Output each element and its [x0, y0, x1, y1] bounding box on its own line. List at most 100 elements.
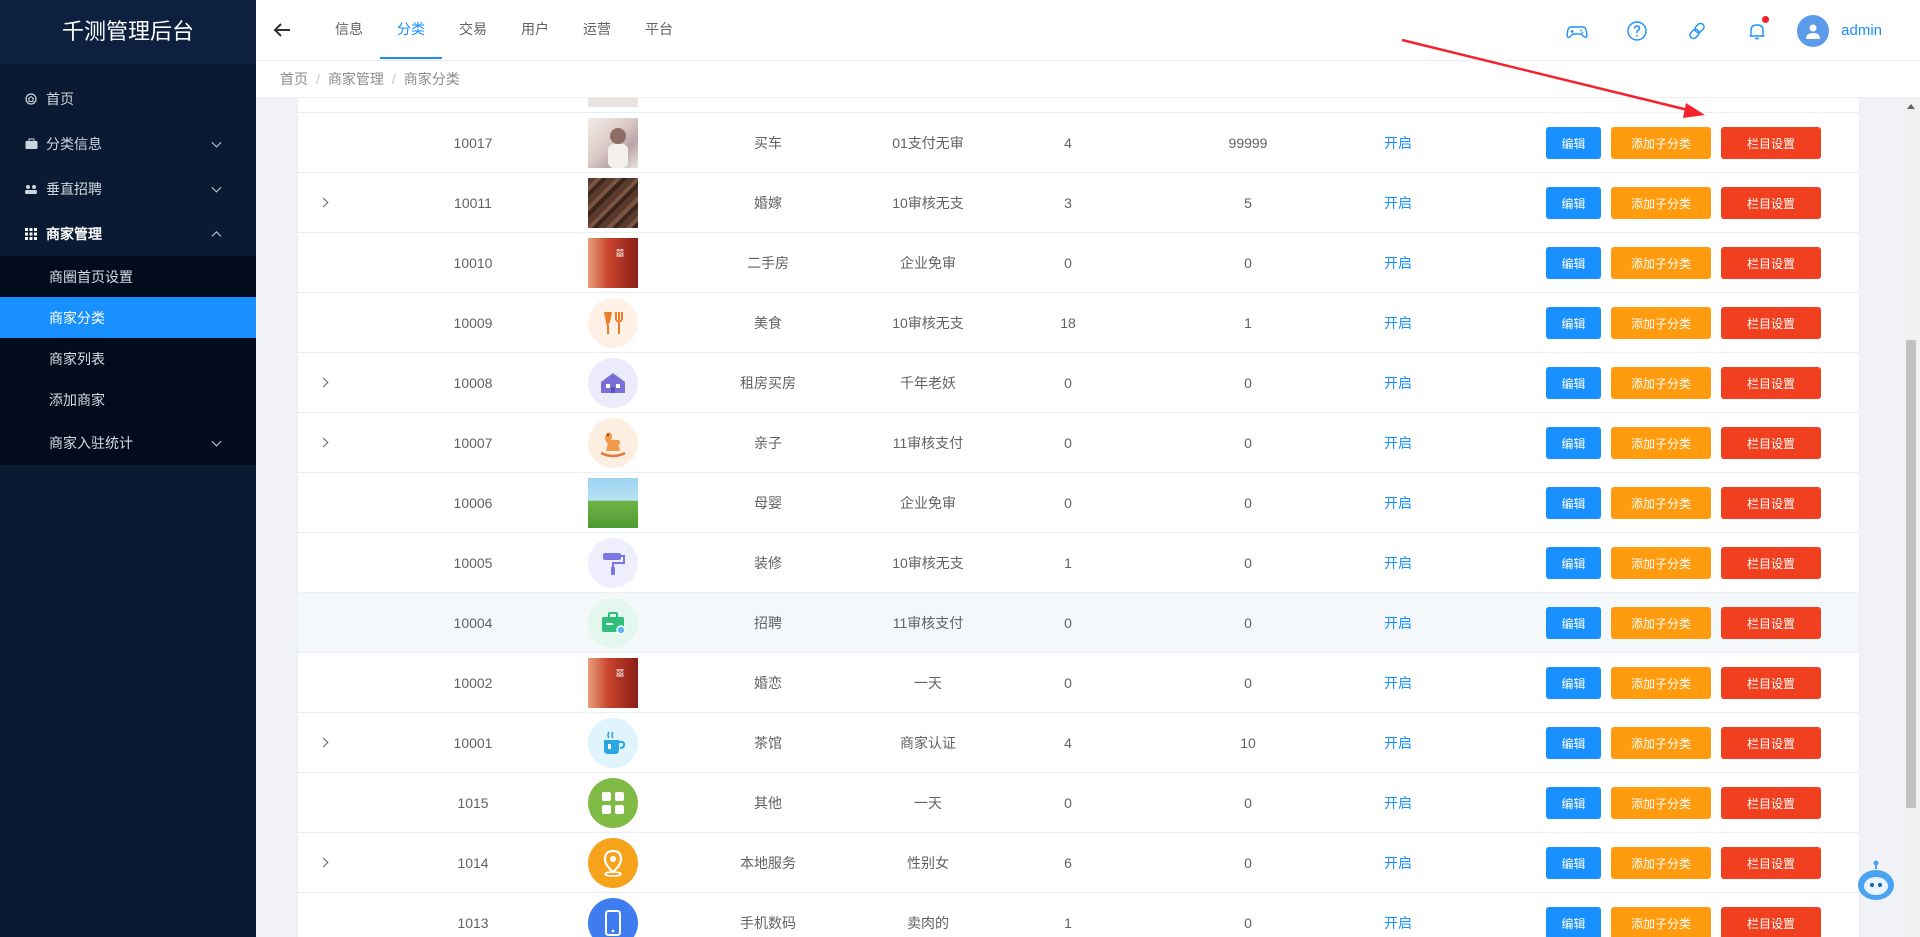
status-toggle[interactable]: 开启 [1338, 853, 1458, 873]
expand-row-icon[interactable] [318, 196, 332, 210]
assistant-robot-button[interactable] [1854, 859, 1898, 903]
column-settings-button[interactable]: 栏目设置 [1721, 787, 1821, 819]
scrollbar[interactable] [1902, 98, 1920, 937]
column-settings-button[interactable]: 栏目设置 [1721, 607, 1821, 639]
sidebar-item-home[interactable]: 首页 [0, 76, 256, 121]
notification-button[interactable] [1727, 0, 1787, 61]
add-subcategory-button[interactable]: 添加子分类 [1611, 847, 1711, 879]
edit-button[interactable]: 编辑 [1546, 667, 1601, 699]
edit-button[interactable]: 编辑 [1546, 367, 1601, 399]
add-subcategory-button[interactable]: 添加子分类 [1611, 547, 1711, 579]
arrow-left-icon [273, 23, 290, 37]
edit-button[interactable]: 编辑 [1546, 727, 1601, 759]
column-settings-button[interactable]: 栏目设置 [1721, 307, 1821, 339]
tab-platform[interactable]: 平台 [628, 0, 690, 61]
gamepad-button[interactable] [1547, 0, 1607, 61]
column-settings-button[interactable]: 栏目设置 [1721, 547, 1821, 579]
status-toggle[interactable]: 开启 [1338, 733, 1458, 753]
add-subcategory-button[interactable]: 添加子分类 [1611, 127, 1711, 159]
help-button[interactable] [1607, 0, 1667, 61]
row-actions: 编辑 添加子分类 栏目设置 [1546, 127, 1821, 159]
scroll-thumb[interactable] [1906, 340, 1916, 808]
briefcase-icon [24, 137, 38, 151]
status-toggle[interactable]: 开启 [1338, 913, 1458, 933]
edit-button[interactable]: 编辑 [1546, 307, 1601, 339]
add-subcategory-button[interactable]: 添加子分类 [1611, 667, 1711, 699]
status-toggle[interactable]: 开启 [1338, 493, 1458, 513]
edit-button[interactable]: 编辑 [1546, 247, 1601, 279]
add-subcategory-button[interactable]: 添加子分类 [1611, 427, 1711, 459]
category-count: 4 [1064, 134, 1072, 151]
status-toggle[interactable]: 开启 [1338, 673, 1458, 693]
link-button[interactable] [1667, 0, 1727, 61]
submenu-item-label: 商家入驻统计 [49, 434, 133, 451]
column-settings-button[interactable]: 栏目设置 [1721, 427, 1821, 459]
add-subcategory-button[interactable]: 添加子分类 [1611, 487, 1711, 519]
row-actions: 编辑 添加子分类 栏目设置 [1546, 847, 1821, 879]
breadcrumb-home[interactable]: 首页 [280, 69, 308, 89]
status-toggle[interactable]: 开启 [1338, 253, 1458, 273]
submenu-item-circle-home-settings[interactable]: 商圈首页设置 [0, 256, 256, 297]
status-toggle[interactable]: 开启 [1338, 613, 1458, 633]
column-settings-button[interactable]: 栏目设置 [1721, 907, 1821, 937]
add-subcategory-button[interactable]: 添加子分类 [1611, 187, 1711, 219]
add-subcategory-button[interactable]: 添加子分类 [1611, 727, 1711, 759]
edit-button[interactable]: 编辑 [1546, 847, 1601, 879]
sidebar-item-merchant-manage[interactable]: 商家管理 [0, 211, 256, 256]
column-settings-button[interactable]: 栏目设置 [1721, 187, 1821, 219]
column-settings-button[interactable]: 栏目设置 [1721, 127, 1821, 159]
edit-button[interactable]: 编辑 [1546, 427, 1601, 459]
submenu-item-merchant-list[interactable]: 商家列表 [0, 338, 256, 379]
edit-button[interactable]: 编辑 [1546, 487, 1601, 519]
column-settings-button[interactable]: 栏目设置 [1721, 487, 1821, 519]
category-count: 0 [1064, 674, 1072, 691]
sidebar-item-vertical-recruit[interactable]: 垂直招聘 [0, 166, 256, 211]
category-count: 6 [1064, 854, 1072, 871]
column-settings-button[interactable]: 栏目设置 [1721, 247, 1821, 279]
status-toggle[interactable]: 开启 [1338, 433, 1458, 453]
sidebar-item-category-info[interactable]: 分类信息 [0, 121, 256, 166]
tab-operation[interactable]: 运营 [566, 0, 628, 61]
column-settings-button[interactable]: 栏目设置 [1721, 727, 1821, 759]
column-settings-button[interactable]: 栏目设置 [1721, 367, 1821, 399]
tab-category[interactable]: 分类 [380, 0, 442, 61]
column-settings-button[interactable]: 栏目设置 [1721, 667, 1821, 699]
sidebar-item-label: 商家管理 [46, 225, 102, 242]
row-actions: 编辑 添加子分类 栏目设置 [1546, 187, 1821, 219]
tab-user[interactable]: 用户 [504, 0, 566, 61]
row-actions: 编辑 添加子分类 栏目设置 [1546, 787, 1821, 819]
expand-row-icon[interactable] [318, 376, 332, 390]
edit-button[interactable]: 编辑 [1546, 547, 1601, 579]
add-subcategory-button[interactable]: 添加子分类 [1611, 247, 1711, 279]
submenu-item-merchant-stats[interactable]: 商家入驻统计 [0, 420, 256, 465]
edit-button[interactable]: 编辑 [1546, 907, 1601, 937]
username[interactable]: admin [1841, 22, 1882, 39]
edit-button[interactable]: 编辑 [1546, 187, 1601, 219]
add-subcategory-button[interactable]: 添加子分类 [1611, 907, 1711, 937]
status-toggle[interactable]: 开启 [1338, 133, 1458, 153]
expand-row-icon[interactable] [318, 856, 332, 870]
avatar[interactable] [1797, 14, 1830, 47]
edit-button[interactable]: 编辑 [1546, 607, 1601, 639]
add-subcategory-button[interactable]: 添加子分类 [1611, 607, 1711, 639]
edit-button[interactable]: 编辑 [1546, 127, 1601, 159]
add-subcategory-button[interactable]: 添加子分类 [1611, 307, 1711, 339]
status-toggle[interactable]: 开启 [1338, 313, 1458, 333]
breadcrumb-merchant-manage[interactable]: 商家管理 [328, 69, 384, 89]
add-subcategory-button[interactable]: 添加子分类 [1611, 367, 1711, 399]
edit-button[interactable]: 编辑 [1546, 787, 1601, 819]
expand-row-icon[interactable] [318, 436, 332, 450]
submenu-item-add-merchant[interactable]: 添加商家 [0, 379, 256, 420]
status-toggle[interactable]: 开启 [1338, 193, 1458, 213]
submenu-item-merchant-category[interactable]: 商家分类 [0, 297, 256, 338]
scroll-up-arrow[interactable] [1907, 104, 1915, 109]
column-settings-button[interactable]: 栏目设置 [1721, 847, 1821, 879]
tab-info[interactable]: 信息 [318, 0, 380, 61]
tab-trade[interactable]: 交易 [442, 0, 504, 61]
status-toggle[interactable]: 开启 [1338, 793, 1458, 813]
expand-row-icon[interactable] [318, 736, 332, 750]
add-subcategory-button[interactable]: 添加子分类 [1611, 787, 1711, 819]
status-toggle[interactable]: 开启 [1338, 373, 1458, 393]
status-toggle[interactable]: 开启 [1338, 553, 1458, 573]
back-button[interactable] [256, 0, 308, 61]
